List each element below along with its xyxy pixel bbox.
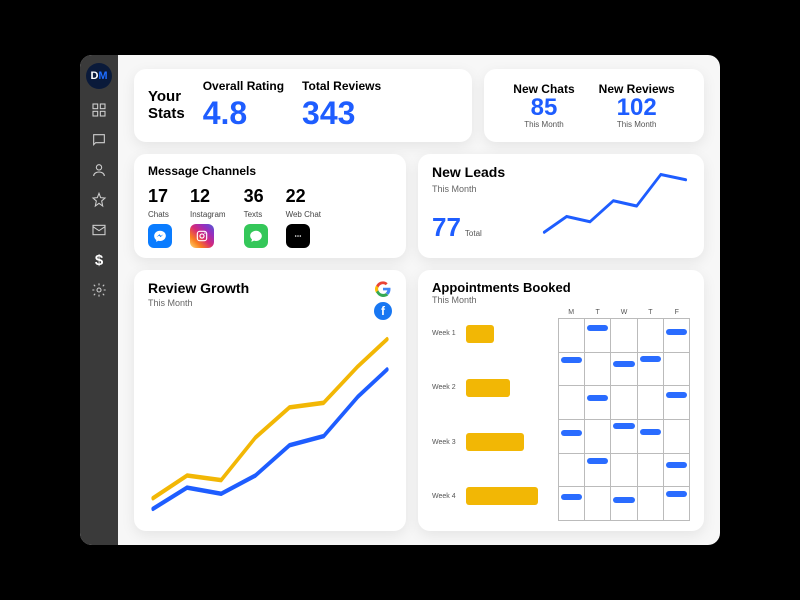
new-chats-period: This Month [524,120,564,129]
app-logo[interactable]: DM [86,63,112,89]
nav-reviews[interactable] [90,191,108,209]
new-leads-total-label: Total [465,229,482,238]
appointments-bars: Week 1 Week 2 Week 3 Week 4 [432,309,552,521]
nav-billing[interactable]: $ [90,251,108,269]
mail-icon [91,222,107,238]
grid-icon [91,102,107,118]
google-icon [374,280,392,298]
webchat-icon [286,224,310,248]
appointments-subtitle: This Month [432,295,571,305]
channel-chats: 17 Chats [148,186,172,248]
appointments-card: Appointments Booked This Month Week 1 We… [418,270,704,531]
gear-icon [91,282,107,298]
row-channels-leads: Message Channels 17 Chats 12 Instagram 3… [134,154,704,258]
nav-settings[interactable] [90,281,108,299]
channel-texts: 36 Texts [244,186,268,248]
row-stats: Your Stats Overall Rating 4.8 Total Revi… [134,69,704,142]
review-growth-title: Review Growth [148,280,249,296]
new-leads-chart [540,164,690,248]
sms-icon [244,224,268,248]
week-1-bar [466,325,494,343]
new-metrics-card: New Chats 85 This Month New Reviews 102 … [484,69,704,142]
overall-rating-value: 4.8 [203,95,284,132]
new-chats-block: New Chats 85 This Month [513,82,574,129]
review-growth-subtitle: This Month [148,298,249,308]
nav-dashboard[interactable] [90,101,108,119]
row-growth-appts: Review Growth This Month f [134,270,704,531]
appointments-title: Appointments Booked [432,280,571,295]
new-reviews-block: New Reviews 102 This Month [599,82,675,129]
new-leads-subtitle: This Month [432,184,532,194]
app-window: DM $ Your Stats Overall Rating 4.8 Total… [80,55,720,545]
new-leads-card: New Leads This Month 77 Total [418,154,704,258]
channels-grid: 17 Chats 12 Instagram 36 Texts [148,186,392,248]
new-chats-value: 85 [531,96,558,120]
review-growth-card: Review Growth This Month f [134,270,406,531]
new-leads-total-value: 77 [432,212,461,243]
nav-inbox[interactable] [90,221,108,239]
nav-chat[interactable] [90,131,108,149]
week-2-bar [466,379,510,397]
total-reviews-value: 343 [302,95,381,132]
nav-contacts[interactable] [90,161,108,179]
your-stats-card: Your Stats Overall Rating 4.8 Total Revi… [134,69,472,142]
chat-icon [91,132,107,148]
message-channels-card: Message Channels 17 Chats 12 Instagram 3… [134,154,406,258]
sidebar: DM $ [80,55,118,545]
channel-instagram: 12 Instagram [190,186,226,248]
instagram-icon [190,224,214,248]
total-reviews-label: Total Reviews [302,79,381,93]
facebook-icon: f [374,302,392,320]
new-leads-title: New Leads [432,164,532,180]
dashboard-content: Your Stats Overall Rating 4.8 Total Revi… [118,55,720,545]
star-icon [91,192,107,208]
week-3-bar [466,433,524,451]
new-reviews-period: This Month [617,120,657,129]
user-icon [91,162,107,178]
message-channels-title: Message Channels [148,164,392,178]
overall-rating-label: Overall Rating [203,79,284,93]
your-stats-title: Your Stats [148,89,185,122]
messenger-icon [148,224,172,248]
dollar-icon: $ [95,252,103,269]
review-growth-chart [148,324,392,521]
channel-webchat: 22 Web Chat [286,186,321,248]
overall-rating-block: Overall Rating 4.8 [203,79,284,132]
week-4-bar [466,487,538,505]
total-reviews-block: Total Reviews 343 [302,79,381,132]
review-growth-legend: f [374,280,392,320]
new-reviews-value: 102 [617,96,657,120]
appointments-calendar: M T W T F [558,309,690,521]
